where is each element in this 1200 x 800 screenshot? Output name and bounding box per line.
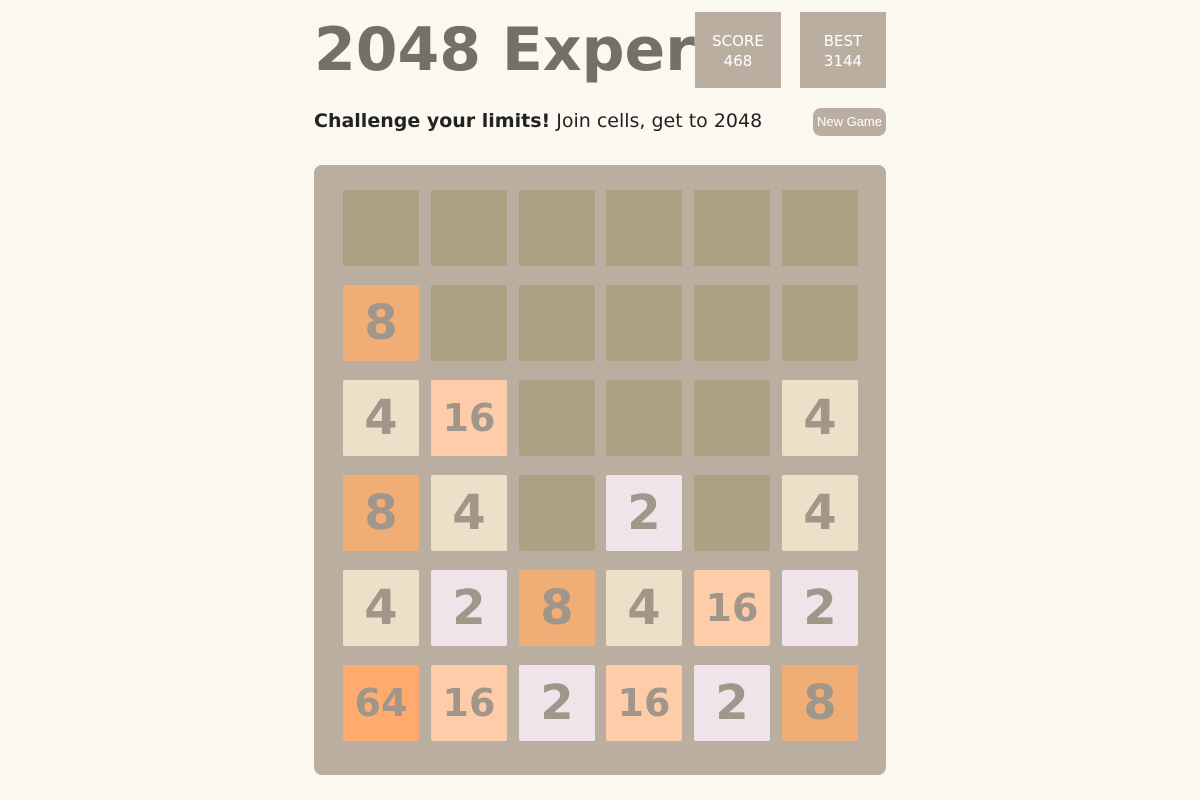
- score-value: 468: [723, 52, 753, 70]
- tile-16: 16: [694, 570, 770, 646]
- empty-cell: [519, 190, 595, 266]
- tile-4: 4: [343, 380, 419, 456]
- empty-cell: [606, 285, 682, 361]
- tile-4: 4: [606, 570, 682, 646]
- tile-2: 2: [694, 665, 770, 741]
- tile-2: 2: [782, 570, 858, 646]
- tile-4: 4: [782, 475, 858, 551]
- tile-2: 2: [431, 570, 507, 646]
- tile-8: 8: [343, 475, 419, 551]
- tile-16: 16: [606, 665, 682, 741]
- tile-2: 2: [606, 475, 682, 551]
- tile-4: 4: [782, 380, 858, 456]
- tile-16: 16: [431, 665, 507, 741]
- tile-4: 4: [431, 475, 507, 551]
- empty-cell: [519, 475, 595, 551]
- best-score-box: BEST 3144: [800, 12, 886, 88]
- empty-cell: [782, 285, 858, 361]
- empty-cell: [694, 475, 770, 551]
- empty-cell: [694, 285, 770, 361]
- tile-64: 64: [343, 665, 419, 741]
- intro-text: Join cells, get to 2048: [550, 110, 763, 132]
- tile-8: 8: [519, 570, 595, 646]
- empty-cell: [519, 285, 595, 361]
- score-label: SCORE: [712, 32, 764, 50]
- empty-cell: [694, 380, 770, 456]
- new-game-button[interactable]: New Game: [812, 108, 886, 136]
- game-board[interactable]: 8 4 16 4 8 4 2 4 4 2 8 4 16 2 64 16 2 16 2 8: [314, 165, 886, 775]
- empty-cell: [431, 285, 507, 361]
- best-label: BEST: [823, 32, 863, 50]
- tile-8: 8: [343, 285, 419, 361]
- empty-cell: [431, 190, 507, 266]
- tile-4: 4: [343, 570, 419, 646]
- game-title: 2048 Expert: [314, 15, 724, 85]
- intro-bold-text: Challenge your limits!: [314, 110, 551, 132]
- empty-cell: [343, 190, 419, 266]
- empty-cell: [519, 380, 595, 456]
- game-intro: Challenge your limits! Join cells, get t…: [314, 108, 762, 134]
- empty-cell: [694, 190, 770, 266]
- empty-cell: [606, 190, 682, 266]
- tile-8: 8: [782, 665, 858, 741]
- empty-cell: [606, 380, 682, 456]
- empty-cell: [782, 190, 858, 266]
- score-box: SCORE 468: [695, 12, 781, 88]
- tile-2: 2: [519, 665, 595, 741]
- tile-16: 16: [431, 380, 507, 456]
- best-value: 3144: [823, 52, 863, 70]
